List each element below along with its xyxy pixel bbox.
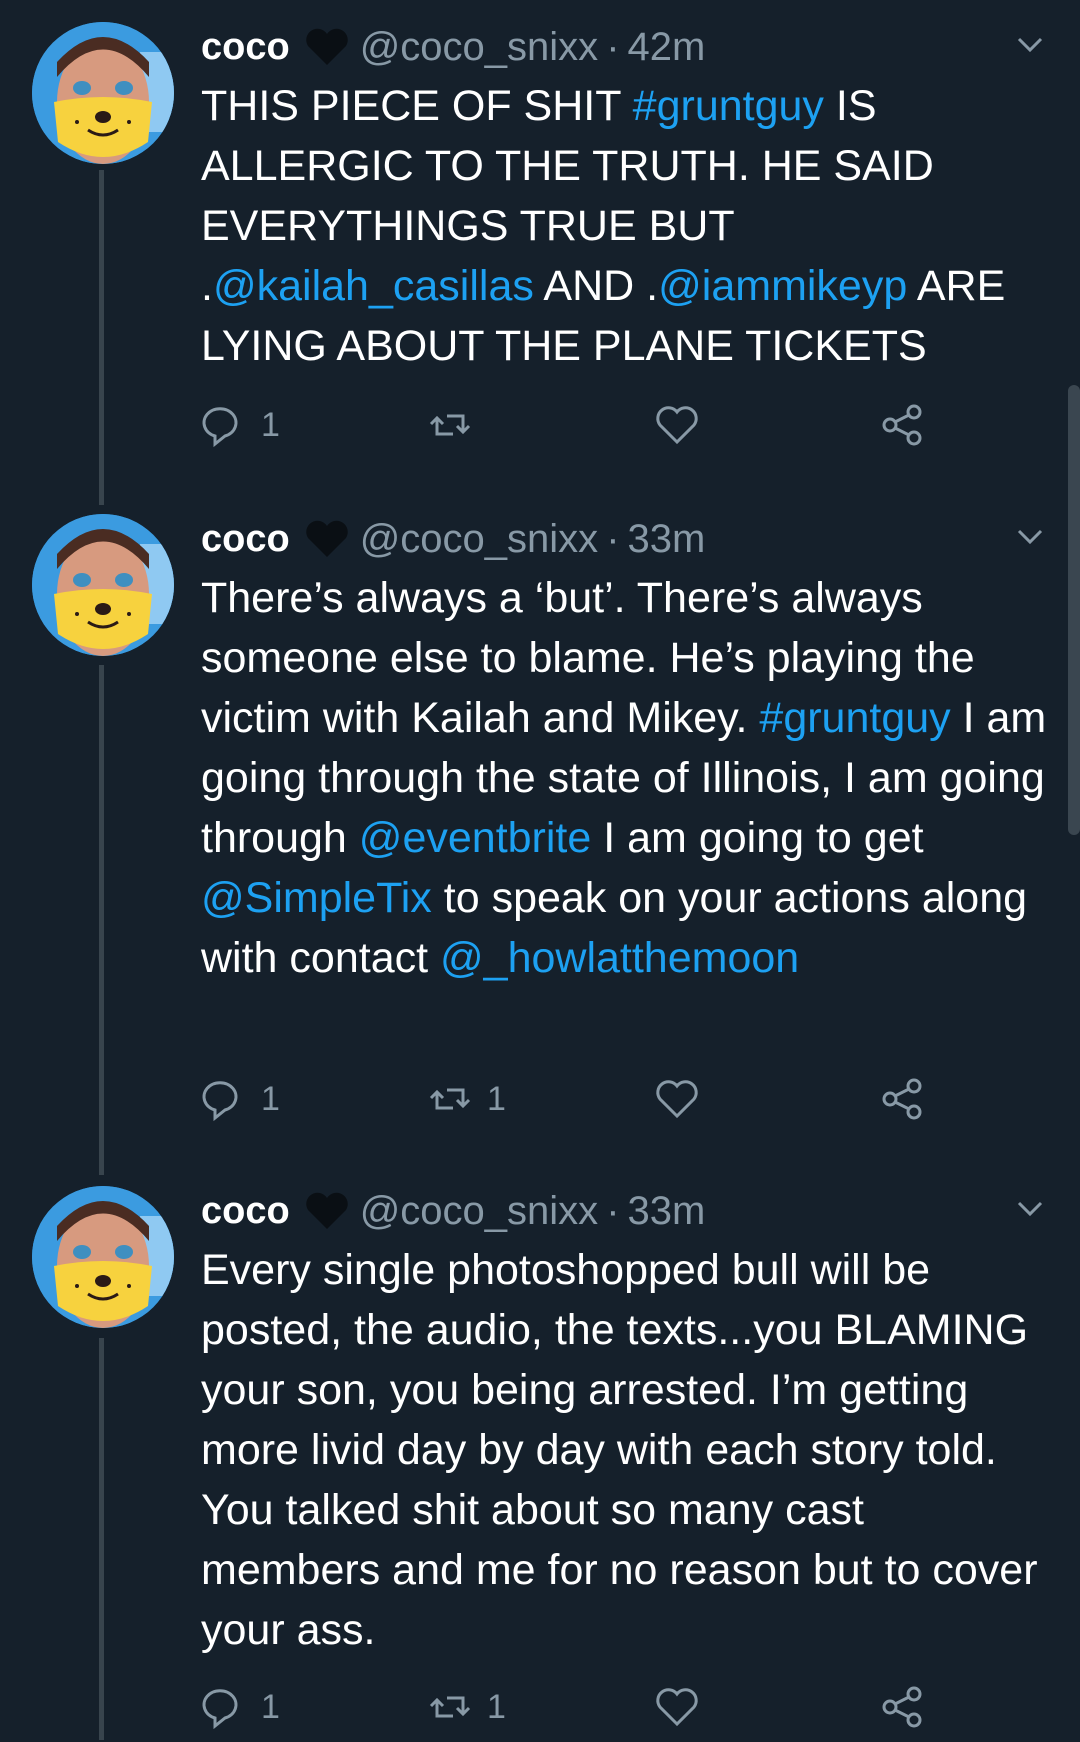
tweet-text-segment: Every single photoshopped bull will be p…: [201, 1246, 1038, 1654]
like-button[interactable]: [654, 1682, 714, 1732]
retweet-count: 1: [487, 1687, 506, 1726]
mention-link[interactable]: @eventbrite: [359, 814, 592, 862]
like-icon: [656, 1080, 698, 1119]
share-button[interactable]: [879, 1074, 939, 1124]
reply-button[interactable]: 1: [201, 1074, 280, 1124]
retweet-button[interactable]: [427, 400, 487, 450]
display-name[interactable]: coco: [201, 26, 290, 69]
handle[interactable]: @coco_snixx: [360, 517, 598, 562]
tweet-text: Every single photoshopped bull will be p…: [201, 1240, 1051, 1660]
like-button[interactable]: [654, 400, 714, 450]
tweet-text: THIS PIECE OF SHIT #gruntguy IS ALLERGIC…: [201, 76, 1051, 376]
avatar[interactable]: [32, 514, 174, 656]
avatar[interactable]: [32, 1186, 174, 1328]
handle[interactable]: @coco_snixx: [360, 1189, 598, 1234]
tweet-actions: 1 1: [201, 1682, 961, 1742]
reply-count: 1: [261, 405, 280, 444]
tweet-header: coco @coco_snixx · 33m: [201, 514, 705, 564]
tweet-header: coco @coco_snixx · 33m: [201, 1186, 705, 1236]
separator-dot: ·: [606, 1188, 620, 1233]
display-name[interactable]: coco: [201, 1190, 290, 1233]
separator-dot: ·: [606, 516, 620, 561]
hashtag-link[interactable]: #gruntguy: [633, 82, 824, 130]
tweet-text-segment: I am going to get: [591, 814, 924, 862]
mention-link[interactable]: @kailah_casillas: [213, 262, 534, 310]
tweet-actions: 1 1: [201, 1074, 961, 1134]
share-icon: [882, 1078, 922, 1120]
timestamp[interactable]: 42m: [628, 25, 706, 70]
tweet-text: There’s always a ‘but’. There’s always s…: [201, 568, 1051, 988]
tweet-header: coco @coco_snixx · 42m: [201, 22, 705, 72]
reply-icon: [202, 407, 238, 448]
like-icon: [656, 406, 698, 445]
reply-count: 1: [261, 1079, 280, 1118]
share-button[interactable]: [879, 1682, 939, 1732]
thread-line: [99, 1338, 104, 1740]
retweet-count: 1: [487, 1079, 506, 1118]
handle[interactable]: @coco_snixx: [360, 25, 598, 70]
like-icon: [656, 1688, 698, 1727]
tweet-actions: 1: [201, 400, 961, 460]
share-icon: [882, 404, 922, 446]
retweet-icon: [429, 1696, 471, 1718]
retweet-icon: [429, 1088, 471, 1110]
share-icon: [882, 1686, 922, 1728]
black-heart-icon: [304, 519, 350, 559]
tweet-text-segment: THIS PIECE OF SHIT: [201, 82, 633, 130]
retweet-button[interactable]: 1: [427, 1682, 506, 1732]
mention-link[interactable]: @_howlatthemoon: [440, 934, 799, 982]
black-heart-icon: [304, 1191, 350, 1231]
reply-button[interactable]: 1: [201, 1682, 280, 1732]
mention-link[interactable]: @SimpleTix: [201, 874, 432, 922]
like-button[interactable]: [654, 1074, 714, 1124]
reply-count: 1: [261, 1687, 280, 1726]
timestamp[interactable]: 33m: [628, 517, 706, 562]
thread-line: [99, 665, 104, 1175]
separator-dot: ·: [606, 24, 620, 69]
display-name[interactable]: coco: [201, 518, 290, 561]
chevron-down-icon[interactable]: [1012, 26, 1048, 62]
hashtag-link[interactable]: #gruntguy: [759, 694, 950, 742]
chevron-down-icon[interactable]: [1012, 1190, 1048, 1226]
share-button[interactable]: [879, 400, 939, 450]
reply-icon: [202, 1689, 238, 1730]
reply-icon: [202, 1081, 238, 1122]
black-heart-icon: [304, 27, 350, 67]
mention-link[interactable]: @iammikeyp: [658, 262, 907, 310]
chevron-down-icon[interactable]: [1012, 518, 1048, 554]
timestamp[interactable]: 33m: [628, 1189, 706, 1234]
thread-line: [99, 170, 104, 505]
reply-button[interactable]: 1: [201, 400, 280, 450]
scrollbar[interactable]: [1068, 385, 1080, 835]
retweet-icon: [429, 414, 471, 436]
retweet-button[interactable]: 1: [427, 1074, 506, 1124]
tweet-text-segment: AND .: [533, 262, 659, 310]
avatar[interactable]: [32, 22, 174, 164]
